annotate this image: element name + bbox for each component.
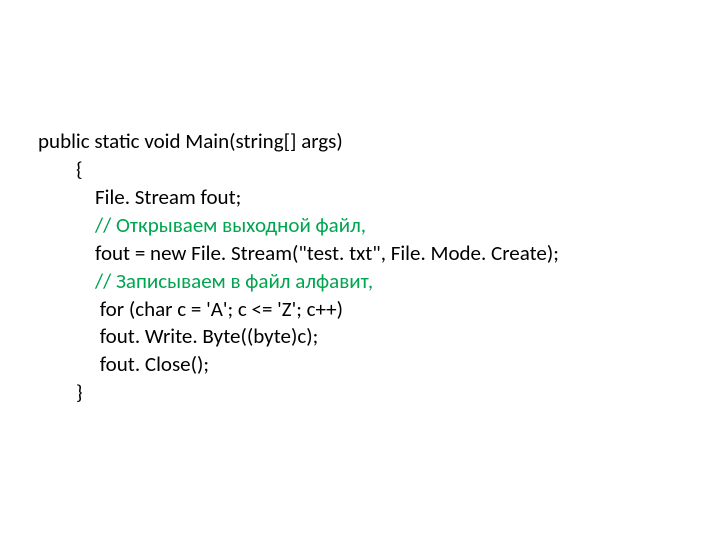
code-line-8: fout. Write. Byte((byte)c); [38,323,720,351]
code-block: public static void Main(string[] args) {… [0,0,720,407]
code-line-5: fout = new File. Stream("test. txt", Fil… [38,240,720,268]
code-line-1: public static void Main(string[] args) [38,128,720,156]
code-line-10: } [38,379,720,407]
code-line-9: fout. Close(); [38,351,720,379]
code-line-7: for (char c = 'A'; c <= 'Z'; c++) [38,296,720,324]
code-line-2: { [38,156,720,184]
code-line-3: File. Stream fout; [38,184,720,212]
code-line-4-comment: // Открываем выходной файл, [38,212,720,240]
code-line-6-comment: // Записываем в файл алфавит, [38,268,720,296]
